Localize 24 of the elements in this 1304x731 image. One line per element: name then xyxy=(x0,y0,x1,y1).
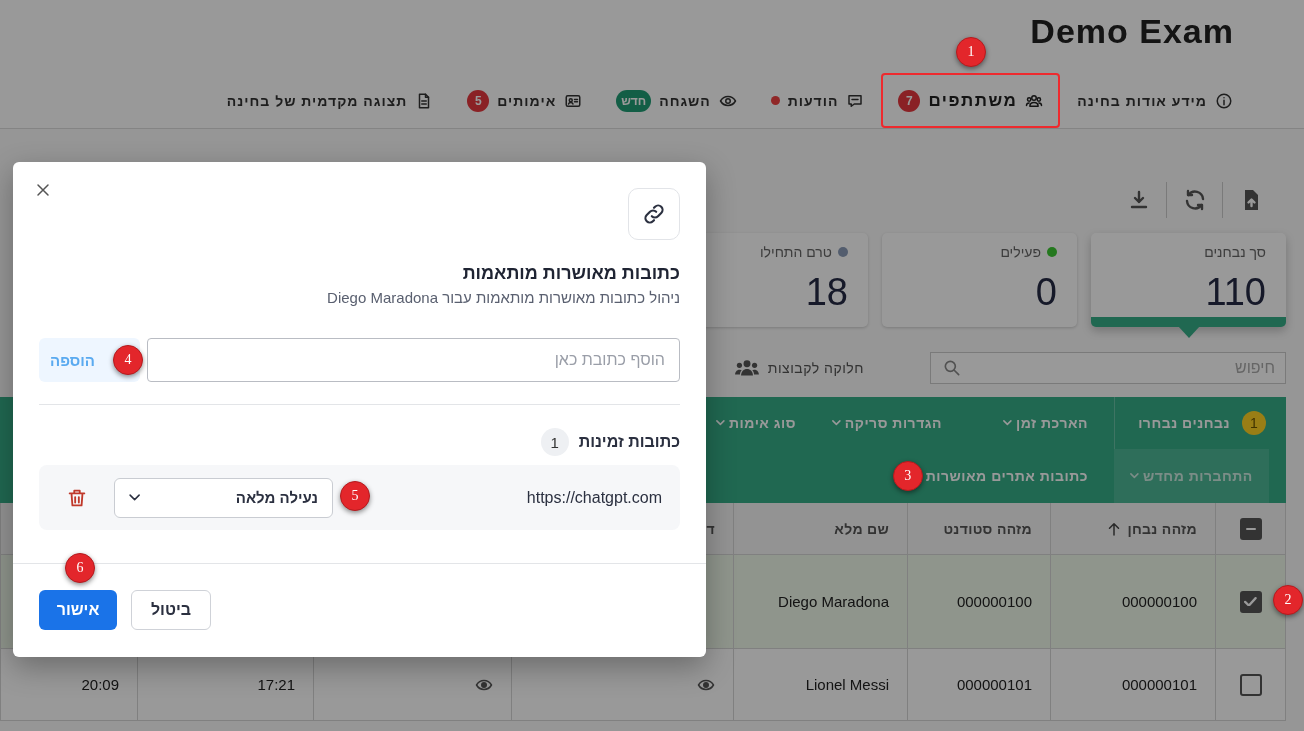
stat-value: 18 xyxy=(805,270,848,314)
table-cell: 000000101 xyxy=(1050,649,1215,721)
section-title: כתובות זמינות xyxy=(578,433,680,451)
count-badge: 1 xyxy=(1242,411,1266,435)
table-cell: Lionel Messi xyxy=(733,649,907,721)
step-marker: 3 xyxy=(892,461,923,491)
selection-label: נבחנים נבחרו xyxy=(1138,415,1230,431)
stat-value: 0 xyxy=(1035,270,1057,314)
card-label: טרם התחילו xyxy=(759,244,832,260)
url-text: https://chatgpt.com xyxy=(526,488,662,507)
card-label: פעילים xyxy=(1000,244,1041,260)
step-marker: 5 xyxy=(340,481,370,511)
table-cell: 000000100 xyxy=(1050,555,1215,649)
tab-badge: 7 xyxy=(898,89,921,112)
tab-badge: חדש xyxy=(616,89,652,112)
step-marker: 6 xyxy=(65,553,95,583)
page-title: Demo Exam xyxy=(1030,11,1234,52)
count-badge: 1 xyxy=(540,428,569,456)
table-cell: Diego Maradona xyxy=(733,555,907,649)
tab-badge: 5 xyxy=(467,89,490,112)
stat-value: 110 xyxy=(1205,270,1266,314)
table-cell: 000000101 xyxy=(907,649,1050,721)
card-label: סך נבחנים xyxy=(1204,244,1266,260)
table-cell: 000000100 xyxy=(907,555,1050,649)
